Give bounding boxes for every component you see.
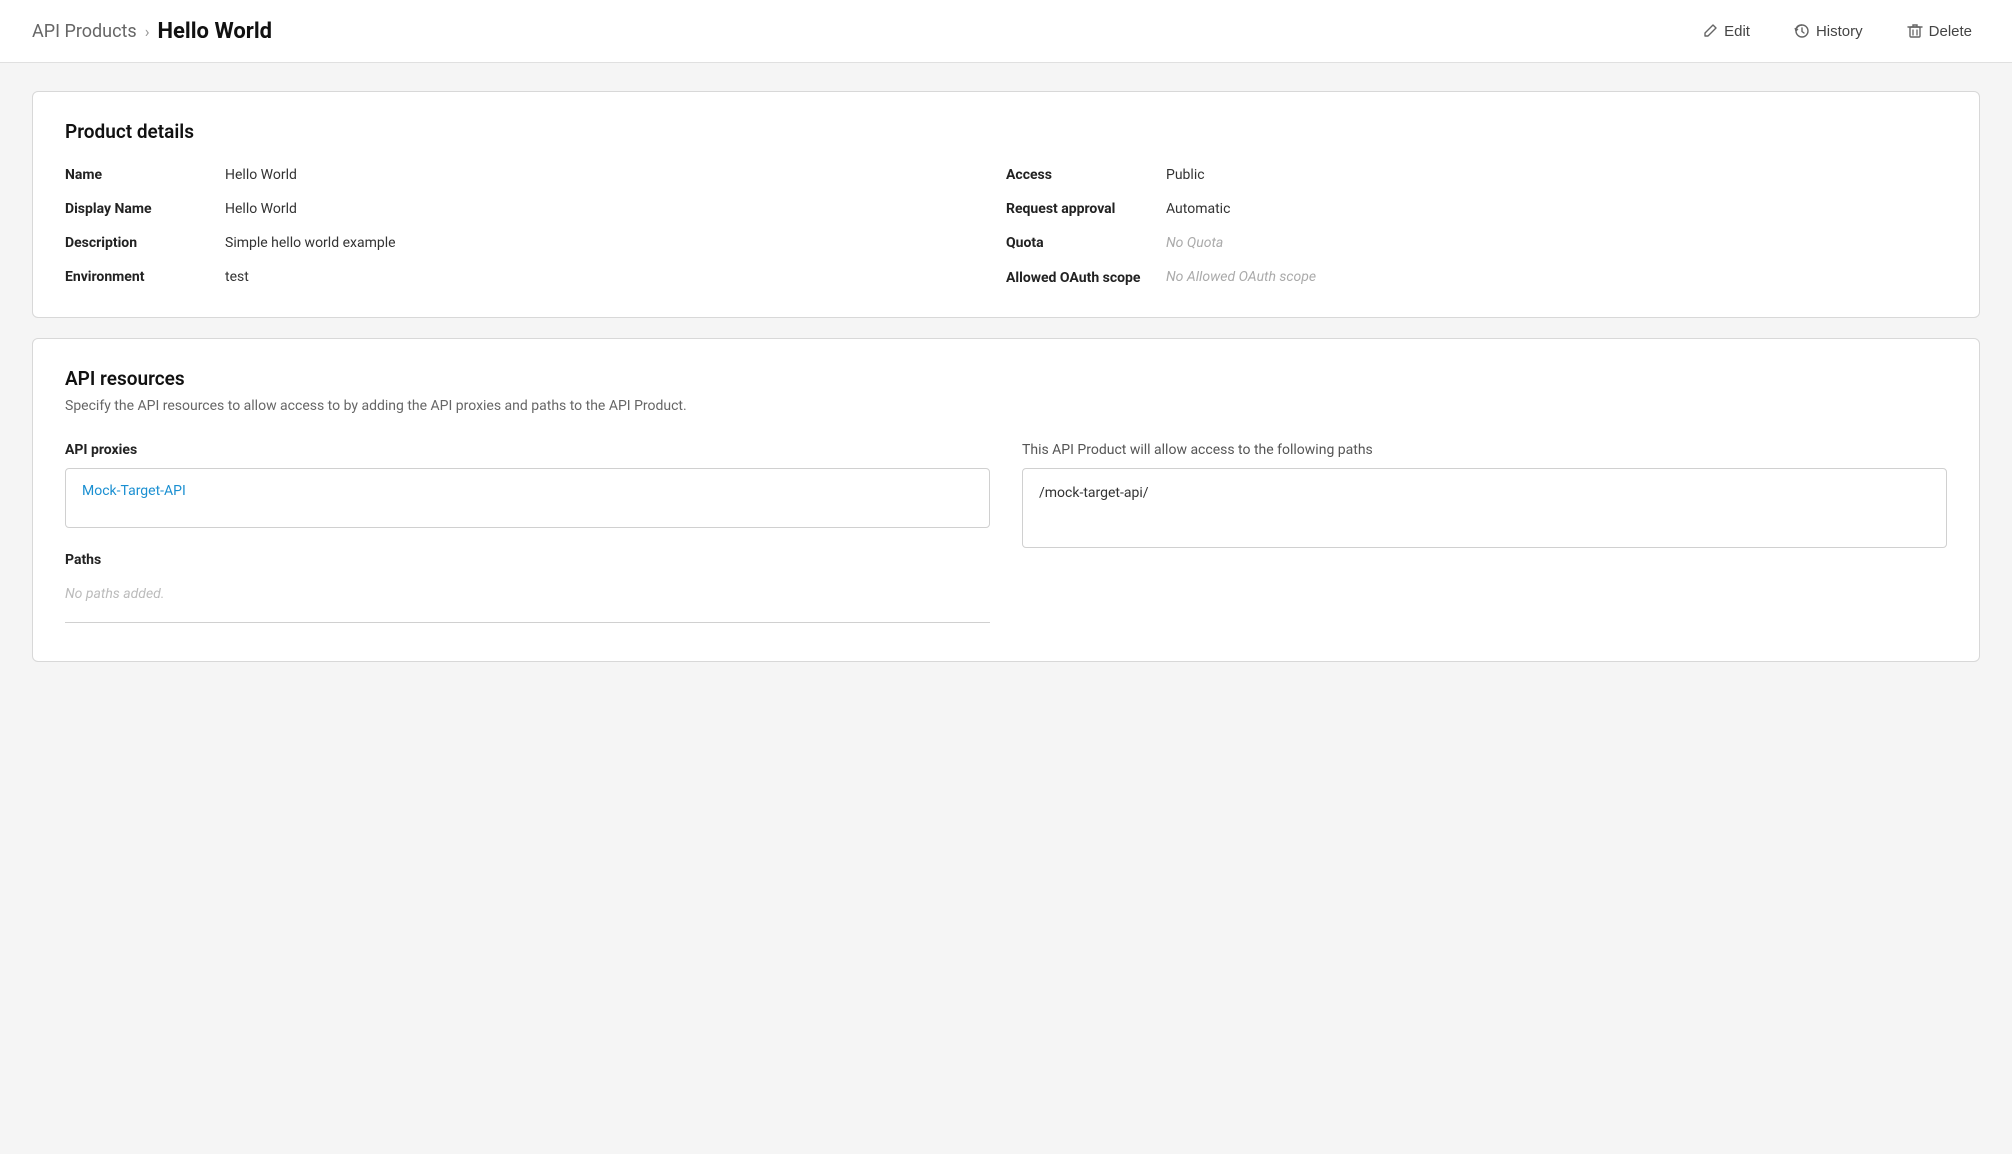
detail-row-oauth-scope: Allowed OAuth scope No Allowed OAuth sco… — [1006, 269, 1947, 289]
detail-row-name: Name Hello World — [65, 167, 1006, 183]
edit-label: Edit — [1724, 23, 1750, 40]
main-content: Product details Name Hello World Display… — [0, 63, 2012, 690]
page-header: API Products › Hello World Edit History — [0, 0, 2012, 63]
detail-value-description: Simple hello world example — [225, 235, 396, 251]
history-button[interactable]: History — [1786, 18, 1871, 44]
detail-row-request-approval: Request approval Automatic — [1006, 201, 1947, 217]
details-column-right: Access Public Request approval Automatic… — [1006, 167, 1947, 289]
breadcrumb-parent[interactable]: API Products — [32, 21, 137, 42]
product-details-title: Product details — [65, 120, 1947, 143]
details-grid: Name Hello World Display Name Hello Worl… — [65, 167, 1947, 289]
paths-label: Paths — [65, 552, 990, 568]
edit-icon — [1702, 22, 1718, 40]
detail-row-description: Description Simple hello world example — [65, 235, 1006, 251]
api-resources-card: API resources Specify the API resources … — [32, 338, 1980, 662]
details-column-left: Name Hello World Display Name Hello Worl… — [65, 167, 1006, 289]
detail-label-environment: Environment — [65, 269, 225, 285]
history-icon — [1794, 22, 1810, 40]
detail-row-quota: Quota No Quota — [1006, 235, 1947, 251]
product-details-card: Product details Name Hello World Display… — [32, 91, 1980, 318]
header-actions: Edit History Del — [1694, 18, 1980, 44]
delete-label: Delete — [1929, 23, 1972, 40]
proxies-paths-column: API proxies Mock-Target-API Paths No pat… — [65, 442, 990, 633]
allowed-paths-box: /mock-target-api/ — [1022, 468, 1947, 548]
proxy-list: Mock-Target-API — [65, 468, 990, 528]
detail-value-request-approval: Automatic — [1166, 201, 1230, 217]
allowed-paths-column: This API Product will allow access to th… — [1022, 442, 1947, 633]
proxies-label: API proxies — [65, 442, 990, 458]
paths-list: No paths added. — [65, 578, 990, 623]
detail-label-display-name: Display Name — [65, 201, 225, 217]
breadcrumb-separator: › — [145, 22, 150, 41]
detail-label-access: Access — [1006, 167, 1166, 183]
allowed-paths-label: This API Product will allow access to th… — [1022, 442, 1947, 458]
detail-value-display-name: Hello World — [225, 201, 297, 217]
breadcrumb: API Products › Hello World — [32, 19, 272, 44]
detail-value-environment: test — [225, 269, 249, 285]
api-resources-section: API proxies Mock-Target-API Paths No pat… — [65, 442, 1947, 633]
delete-icon — [1907, 22, 1923, 40]
api-resources-title: API resources — [65, 367, 1947, 390]
delete-button[interactable]: Delete — [1899, 18, 1980, 44]
detail-value-quota: No Quota — [1166, 235, 1223, 251]
detail-row-environment: Environment test — [65, 269, 1006, 285]
detail-value-oauth-scope: No Allowed OAuth scope — [1166, 269, 1316, 285]
detail-label-request-approval: Request approval — [1006, 201, 1166, 217]
detail-label-name: Name — [65, 167, 225, 183]
allowed-path-item: /mock-target-api/ — [1039, 485, 1149, 501]
api-resources-subtitle: Specify the API resources to allow acces… — [65, 398, 1947, 414]
detail-label-oauth-scope: Allowed OAuth scope — [1006, 269, 1166, 289]
paths-section: Paths No paths added. — [65, 552, 990, 623]
proxy-item-mock-target[interactable]: Mock-Target-API — [66, 469, 989, 513]
paths-empty: No paths added. — [65, 578, 990, 610]
detail-label-description: Description — [65, 235, 225, 251]
edit-button[interactable]: Edit — [1694, 18, 1758, 44]
detail-row-access: Access Public — [1006, 167, 1947, 183]
detail-value-name: Hello World — [225, 167, 297, 183]
history-label: History — [1816, 23, 1863, 40]
breadcrumb-current: Hello World — [158, 19, 273, 44]
detail-value-access: Public — [1166, 167, 1205, 183]
detail-row-display-name: Display Name Hello World — [65, 201, 1006, 217]
detail-label-quota: Quota — [1006, 235, 1166, 251]
